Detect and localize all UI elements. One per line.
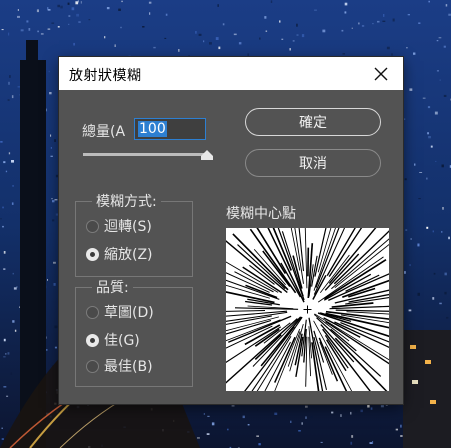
ok-button[interactable]: 確定 <box>245 108 381 136</box>
radio-good-button[interactable] <box>86 333 99 347</box>
amount-value: 100 <box>138 121 167 137</box>
dialog-title: 放射狀模糊 <box>69 68 142 84</box>
amount-slider-thumb[interactable] <box>201 150 213 160</box>
radial-blur-dialog: 放射狀模糊 總量(A 100 確定 取消 模糊方式: 迴轉(S) 縮放(Z) 品… <box>59 57 403 404</box>
radio-draft-label: 草圖(D) <box>104 305 154 321</box>
cancel-button[interactable]: 取消 <box>245 149 381 177</box>
radio-draft-button[interactable] <box>86 305 99 319</box>
radio-zoom[interactable]: 縮放(Z) <box>86 244 153 264</box>
radio-good[interactable]: 佳(G) <box>86 330 140 350</box>
blur-method-legend: 模糊方式: <box>92 191 161 211</box>
dialog-titlebar: 放射狀模糊 <box>59 57 403 90</box>
radio-spin-button[interactable] <box>86 219 99 233</box>
radio-zoom-label: 縮放(Z) <box>104 247 153 263</box>
blur-center-label: 模糊中心點 <box>226 206 296 222</box>
radio-spin[interactable]: 迴轉(S) <box>86 216 152 236</box>
amount-slider-track[interactable] <box>83 153 207 156</box>
radio-good-label: 佳(G) <box>104 333 140 349</box>
close-icon <box>374 67 388 80</box>
radio-draft[interactable]: 草圖(D) <box>86 302 154 322</box>
amount-label: 總量(A <box>82 124 126 140</box>
amount-slider-fill <box>83 153 207 156</box>
quality-legend: 品質: <box>92 277 133 297</box>
blur-center-preview[interactable] <box>226 228 389 391</box>
amount-input[interactable]: 100 <box>134 118 206 140</box>
blur-method-group: 模糊方式: 迴轉(S) 縮放(Z) <box>75 191 193 277</box>
radio-best-label: 最佳(B) <box>104 359 153 375</box>
radio-best-button[interactable] <box>86 359 99 373</box>
radio-zoom-button[interactable] <box>86 247 99 261</box>
radio-spin-label: 迴轉(S) <box>104 219 152 235</box>
radio-best[interactable]: 最佳(B) <box>86 356 153 376</box>
close-button[interactable] <box>359 57 403 90</box>
quality-group: 品質: 草圖(D) 佳(G) 最佳(B) <box>75 277 193 387</box>
